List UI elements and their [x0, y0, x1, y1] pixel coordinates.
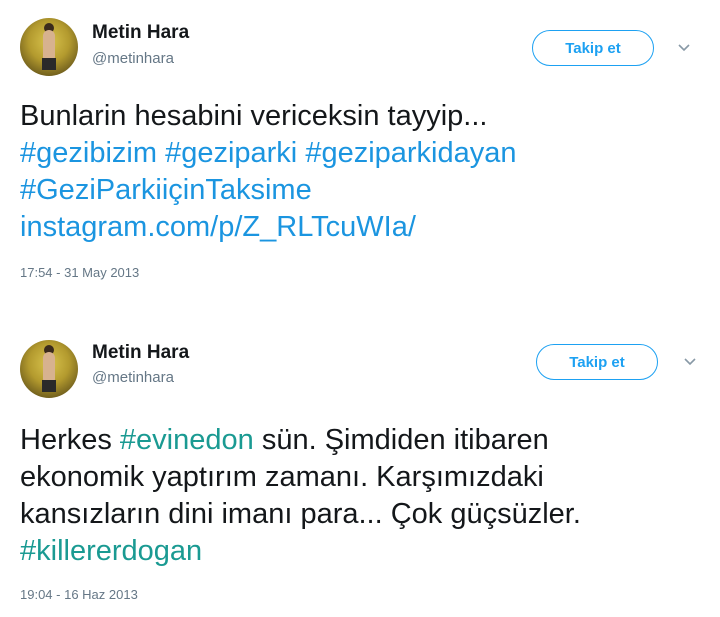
- hashtag-link[interactable]: #geziparki: [165, 137, 297, 169]
- tweet-text: Bunlarin hesabini vericeksin tayyip... #…: [20, 98, 710, 246]
- tweet-text-line: ekonomik yaptırım zamanı. Karşımızdaki: [20, 461, 544, 493]
- avatar-figure: [43, 352, 55, 382]
- hashtag-link[interactable]: #evinedon: [120, 424, 254, 456]
- avatar[interactable]: [20, 18, 78, 76]
- tweet-card: Metin Hara @metinhara Takip et Herkes #e…: [0, 320, 720, 617]
- follow-button[interactable]: Takip et: [536, 344, 658, 380]
- author-name[interactable]: Metin Hara: [92, 342, 189, 364]
- text-segment: Herkes: [20, 424, 120, 456]
- avatar-legs: [42, 380, 56, 392]
- author-handle[interactable]: @metinhara: [92, 50, 174, 67]
- avatar[interactable]: [20, 340, 78, 398]
- tweet-text-line: kansızların dini imanı para... Çok güçsü…: [20, 498, 581, 530]
- url-line: instagram.com/p/Z_RLTcuWIa/: [20, 209, 710, 246]
- tweet-card: Metin Hara @metinhara Takip et Bunlarin …: [0, 0, 720, 300]
- hashtag-line: #killererdogan: [20, 533, 710, 570]
- chevron-down-icon[interactable]: [680, 352, 700, 372]
- avatar-legs: [42, 58, 56, 70]
- tweet-timestamp[interactable]: 19:04 - 16 Haz 2013: [20, 587, 138, 602]
- text-segment: sün. Şimdiden itibaren: [253, 424, 549, 456]
- hashtag-link[interactable]: #GeziParkiiçinTaksime: [20, 174, 312, 206]
- hashtag-line: #GeziParkiiçinTaksime: [20, 172, 710, 209]
- tweet-text-line: Herkes #evinedon sün. Şimdiden itibaren: [20, 422, 710, 459]
- hashtag-link[interactable]: #gezibizim: [20, 137, 157, 169]
- avatar-figure: [43, 30, 55, 60]
- tweet-timestamp[interactable]: 17:54 - 31 May 2013: [20, 265, 139, 280]
- instagram-link[interactable]: instagram.com/p/Z_RLTcuWIa/: [20, 211, 416, 243]
- hashtag-link[interactable]: #geziparkidayan: [305, 137, 516, 169]
- hashtag-line: #gezibizim #geziparki #geziparkidayan: [20, 135, 710, 172]
- chevron-down-icon[interactable]: [674, 38, 694, 58]
- author-handle[interactable]: @metinhara: [92, 369, 174, 386]
- tweet-text: Herkes #evinedon sün. Şimdiden itibaren …: [20, 422, 710, 570]
- follow-button[interactable]: Takip et: [532, 30, 654, 66]
- author-name[interactable]: Metin Hara: [92, 22, 189, 44]
- tweet-text-line: Bunlarin hesabini vericeksin tayyip...: [20, 100, 488, 132]
- hashtag-link[interactable]: #killererdogan: [20, 535, 202, 567]
